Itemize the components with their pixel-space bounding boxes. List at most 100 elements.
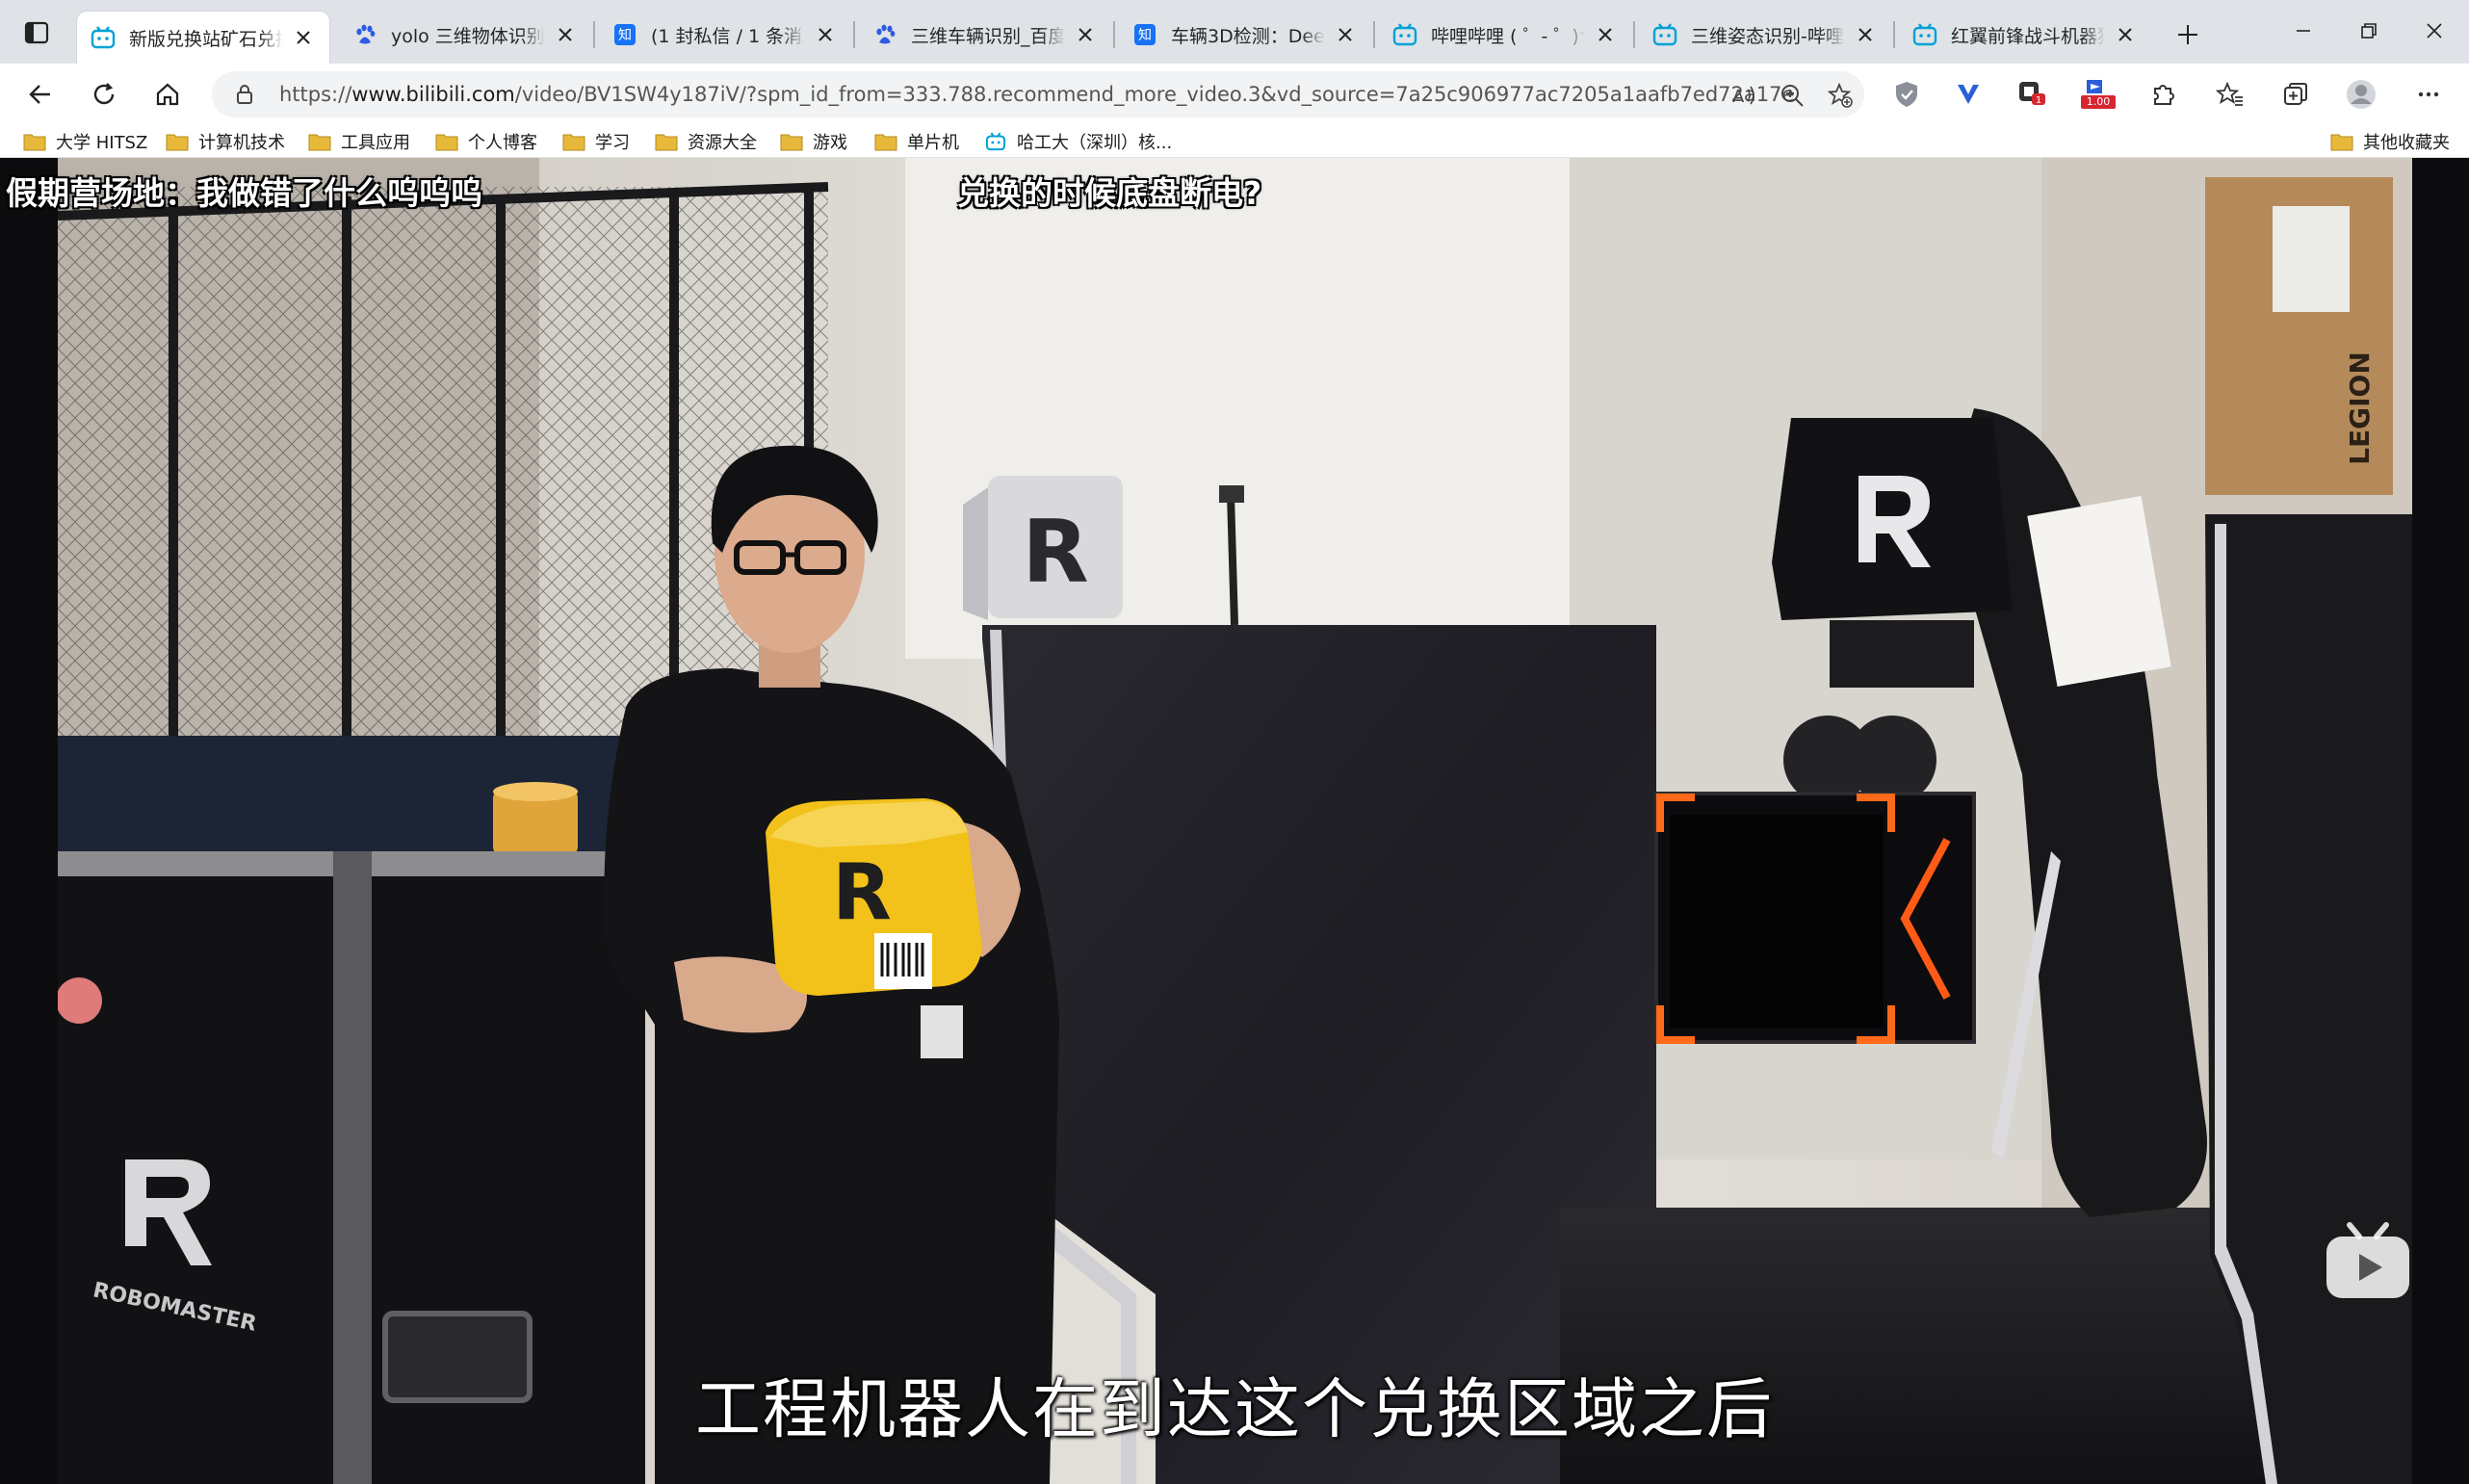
folder-icon xyxy=(780,134,803,151)
tab-actions-button[interactable] xyxy=(15,13,58,52)
folder-icon xyxy=(435,134,458,151)
favorite-folder-blog[interactable]: 个人博客 xyxy=(435,125,537,158)
favorite-label: 哈工大（深圳）核... xyxy=(1017,133,1173,153)
close-icon[interactable] xyxy=(1593,22,1618,47)
favorite-folder-mcu[interactable]: 单片机 xyxy=(874,125,959,158)
new-tab-button[interactable] xyxy=(2169,15,2207,54)
folder-icon xyxy=(166,134,189,151)
tab-baidu-vehicle[interactable]: 三维车辆识别_百度搜 xyxy=(859,12,1111,58)
robot-joint-right xyxy=(1848,716,1936,804)
collections-icon[interactable] xyxy=(2276,75,2315,114)
svg-text:1: 1 xyxy=(2036,95,2041,106)
url-scheme: https:// xyxy=(279,83,352,106)
favorite-folder-hitsz[interactable]: 大学 HITSZ xyxy=(23,125,147,158)
browser-toolbar: https://www.bilibili.com/video/BV1SW4y18… xyxy=(0,64,2469,125)
other-favorites[interactable]: 其他收藏夹 xyxy=(2330,125,2450,158)
tab-zhihu-3d[interactable]: 知 车辆3D检测：Deep M xyxy=(1119,12,1371,58)
extension-app-icon[interactable]: 1 xyxy=(2013,75,2051,114)
bilibili-icon xyxy=(91,25,116,50)
tab-robot-dog[interactable]: 红翼前锋战斗机器狗 xyxy=(1899,12,2151,58)
carton-brand-text: LEGION xyxy=(2344,351,2376,465)
url-text[interactable]: https://www.bilibili.com/video/BV1SW4y18… xyxy=(279,71,1794,117)
favorite-label: 单片机 xyxy=(907,133,959,153)
more-menu-icon[interactable] xyxy=(2409,75,2448,114)
zhihu-icon: 知 xyxy=(612,22,637,47)
tab-actions-icon xyxy=(24,21,49,44)
tab-separator xyxy=(853,21,855,48)
yellow-cube-letter: R xyxy=(832,847,892,937)
plus-icon xyxy=(2178,25,2197,44)
profile-avatar-icon[interactable] xyxy=(2342,75,2380,114)
tab-separator xyxy=(1633,21,1635,48)
tab-title: 新版兑换站矿石兑换 xyxy=(129,28,283,50)
svg-text:A: A xyxy=(1732,87,1745,107)
folder-icon xyxy=(562,134,585,151)
refresh-button[interactable] xyxy=(81,71,127,117)
minimize-icon xyxy=(2297,30,2310,32)
favorite-folder-resources[interactable]: 资源大全 xyxy=(655,125,757,158)
read-aloud-icon[interactable]: A xyxy=(1729,81,1758,110)
favorite-folder-games[interactable]: 游戏 xyxy=(780,125,847,158)
tape-roll-top xyxy=(493,782,578,801)
close-icon[interactable] xyxy=(553,22,578,47)
lock-icon[interactable] xyxy=(233,83,256,106)
add-favorite-icon[interactable] xyxy=(1826,81,1855,110)
baidu-icon xyxy=(872,22,897,47)
extensions-icon[interactable] xyxy=(2144,75,2182,114)
tab-title: 哔哩哔哩 ( ゜- ゜)つロ xyxy=(1431,25,1585,47)
tab-bilibili-home[interactable]: 哔哩哔哩 ( ゜- ゜)つロ xyxy=(1379,12,1631,58)
close-icon[interactable] xyxy=(813,22,838,47)
tripod-head xyxy=(1219,485,1244,503)
hanging-tag xyxy=(921,1005,963,1058)
zoom-icon[interactable] xyxy=(1778,81,1806,110)
favorite-folder-tools[interactable]: 工具应用 xyxy=(308,125,410,158)
back-arrow-icon xyxy=(29,85,50,104)
tab-separator xyxy=(1373,21,1375,48)
zhihu-icon: 知 xyxy=(1132,22,1157,47)
video-player[interactable]: ROBOMASTER R R LEGION 假期营场地：我做错了什么呜呜呜 兑换… xyxy=(0,158,2469,1484)
folder-icon xyxy=(23,134,46,151)
red-sticker xyxy=(58,977,102,1024)
favorites-icon[interactable] xyxy=(2211,75,2249,114)
close-icon[interactable] xyxy=(1333,22,1358,47)
tab-pose-recognition[interactable]: 三维姿态识别-哔哩哔 xyxy=(1639,12,1891,58)
danmaku-comment: 兑换的时候底盘断电? xyxy=(957,174,1262,212)
tab-zhihu-messages[interactable]: 知 (1 封私信 / 1 条消息) xyxy=(599,12,851,58)
grey-cube-side xyxy=(963,487,988,620)
cube-barcode xyxy=(880,943,924,976)
robot-wrist xyxy=(1830,620,1974,688)
slot-window xyxy=(1670,815,1884,1028)
maximize-button[interactable] xyxy=(2342,10,2396,52)
address-bar[interactable]: https://www.bilibili.com/video/BV1SW4y18… xyxy=(212,71,1864,117)
minimize-button[interactable] xyxy=(2276,10,2330,52)
folder-icon xyxy=(874,134,897,151)
close-window-button[interactable] xyxy=(2407,10,2461,52)
folder-icon xyxy=(655,134,678,151)
extension-v-icon[interactable] xyxy=(1949,75,1988,114)
close-icon[interactable] xyxy=(1853,22,1878,47)
favorite-folder-cs[interactable]: 计算机技术 xyxy=(166,125,285,158)
svg-text:知: 知 xyxy=(618,27,632,43)
tab-active[interactable]: 新版兑换站矿石兑换 xyxy=(77,12,329,64)
svg-text:知: 知 xyxy=(1138,27,1152,43)
baidu-icon xyxy=(352,22,377,47)
favorite-label: 大学 HITSZ xyxy=(56,133,148,153)
tab-separator xyxy=(593,21,595,48)
close-icon[interactable] xyxy=(2113,22,2138,47)
shield-icon[interactable] xyxy=(1887,75,1926,114)
close-icon[interactable] xyxy=(291,25,316,50)
bilibili-tv-icon[interactable] xyxy=(2323,1221,2413,1302)
close-icon xyxy=(2427,23,2442,39)
home-button[interactable] xyxy=(144,71,191,117)
favorites-bar: 大学 HITSZ 计算机技术 工具应用 个人博客 学习 资源大全 游戏 单片机 … xyxy=(0,125,2469,158)
close-icon[interactable] xyxy=(1073,22,1098,47)
tab-yolo[interactable]: yolo 三维物体识别_百 xyxy=(339,12,591,58)
bilibili-icon xyxy=(1912,22,1937,47)
other-favorites-label: 其他收藏夹 xyxy=(2363,133,2450,153)
back-button[interactable] xyxy=(17,71,64,117)
speed-extension-icon[interactable]: 1.00 xyxy=(2076,75,2120,114)
favorite-folder-study[interactable]: 学习 xyxy=(562,125,630,158)
favorite-label: 学习 xyxy=(595,133,630,153)
folder-icon xyxy=(2330,134,2353,151)
favorite-link-hit[interactable]: 哈工大（深圳）核... xyxy=(984,125,1172,158)
